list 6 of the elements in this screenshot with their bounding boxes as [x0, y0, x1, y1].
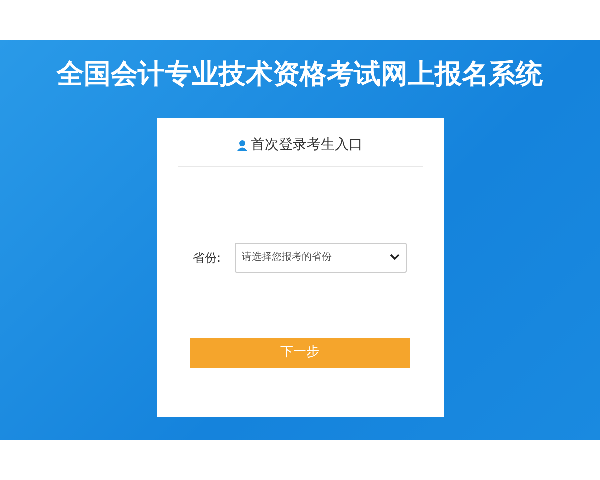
field-label: 省份:	[193, 250, 222, 266]
chevron-icon	[390, 254, 400, 261]
card-heading: 首次登录考生入口	[251, 136, 363, 154]
user-icon	[237, 140, 248, 150]
province-select[interactable]: 请选择您报考的省份	[235, 242, 407, 272]
system-title: 全国会计专业技术资格考试网上报名系统	[57, 58, 543, 92]
